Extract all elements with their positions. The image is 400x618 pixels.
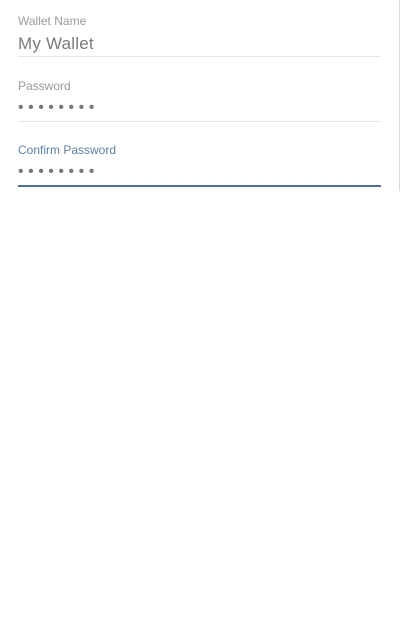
password-underline — [18, 121, 381, 122]
wallet-name-field[interactable]: Wallet Name My Wallet — [18, 12, 381, 58]
password-field[interactable]: Password •••••••• — [18, 77, 381, 123]
confirm-password-label: Confirm Password — [18, 143, 117, 157]
confirm-password-input[interactable]: •••••••• — [18, 163, 99, 181]
wallet-name-underline — [18, 56, 381, 57]
password-label: Password — [18, 79, 71, 93]
wallet-create-screen: Wallet Name My Wallet Password •••••••• … — [0, 0, 400, 618]
wallet-name-label: Wallet Name — [18, 14, 87, 28]
password-input[interactable]: •••••••• — [18, 99, 99, 117]
wallet-form: Wallet Name My Wallet Password •••••••• … — [0, 0, 400, 191]
wallet-name-input[interactable]: My Wallet — [18, 34, 94, 54]
confirm-password-field[interactable]: Confirm Password •••••••• — [18, 141, 381, 189]
confirm-password-underline — [18, 185, 381, 187]
